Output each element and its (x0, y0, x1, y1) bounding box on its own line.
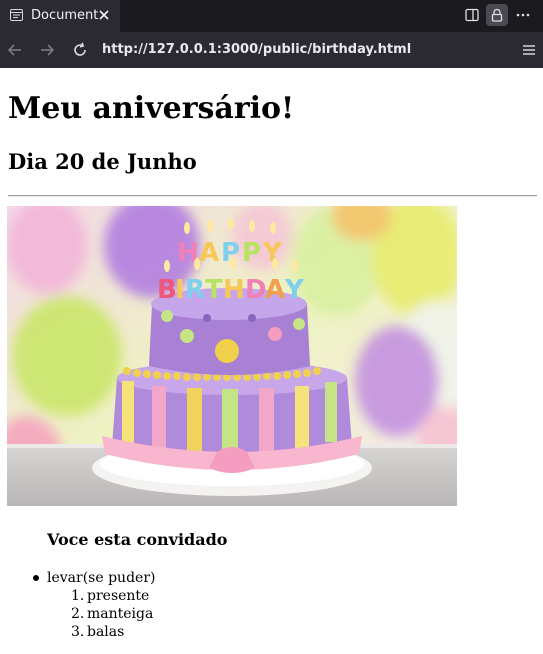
svg-text:D: D (245, 275, 267, 305)
divider (8, 195, 537, 197)
split-view-button[interactable] (461, 4, 483, 26)
svg-text:T: T (205, 275, 223, 305)
page-content: Meu aniversário! Dia 20 de Junho H A P P… (0, 68, 543, 654)
list-item: 1. presente (71, 587, 149, 605)
tab-bar: Document (0, 0, 543, 32)
more-icon (516, 13, 530, 17)
svg-text:A: A (265, 275, 285, 305)
reload-icon[interactable] (71, 41, 89, 59)
tab-title: Document (31, 8, 99, 23)
list-item: levar(se puder) (47, 570, 156, 586)
list-item-label: presente (87, 588, 150, 604)
svg-text:R: R (185, 275, 205, 305)
split-view-icon (465, 8, 479, 22)
list-item-label: manteiga (87, 606, 154, 622)
list-item: 2. manteiga (71, 605, 153, 623)
lock-button[interactable] (486, 4, 508, 26)
svg-text:I: I (175, 275, 185, 305)
birthday-cake-image: H A P P Y B I R T H D A Y (7, 206, 457, 506)
hamburger-menu-icon[interactable] (521, 42, 537, 58)
list-item-number: 2. (71, 606, 85, 622)
navigation-bar: http://127.0.0.1:3000/public/birthday.ht… (0, 32, 543, 68)
list-item-number: 1. (71, 588, 85, 604)
page-heading: Meu aniversário! (8, 91, 295, 126)
close-icon[interactable] (97, 8, 111, 22)
svg-text:A: A (199, 238, 219, 268)
list-item-number: 3. (71, 624, 85, 640)
invite-heading: Voce esta convidado (47, 530, 228, 549)
date-heading: Dia 20 de Junho (8, 149, 197, 174)
more-button[interactable] (512, 4, 534, 26)
list-item-label: balas (87, 624, 125, 640)
svg-text:H: H (223, 275, 245, 305)
list-item: 3. balas (71, 623, 124, 641)
page-icon (10, 9, 23, 21)
list-bullet (33, 575, 39, 581)
forward-arrow-icon[interactable] (38, 41, 56, 59)
back-arrow-icon[interactable] (6, 41, 24, 59)
lock-icon (491, 8, 503, 22)
tab-document[interactable]: Document (0, 0, 120, 32)
svg-text:P: P (242, 238, 261, 268)
url-bar[interactable]: http://127.0.0.1:3000/public/birthday.ht… (102, 41, 411, 59)
svg-text:Y: Y (284, 275, 305, 305)
svg-text:B: B (157, 275, 177, 305)
